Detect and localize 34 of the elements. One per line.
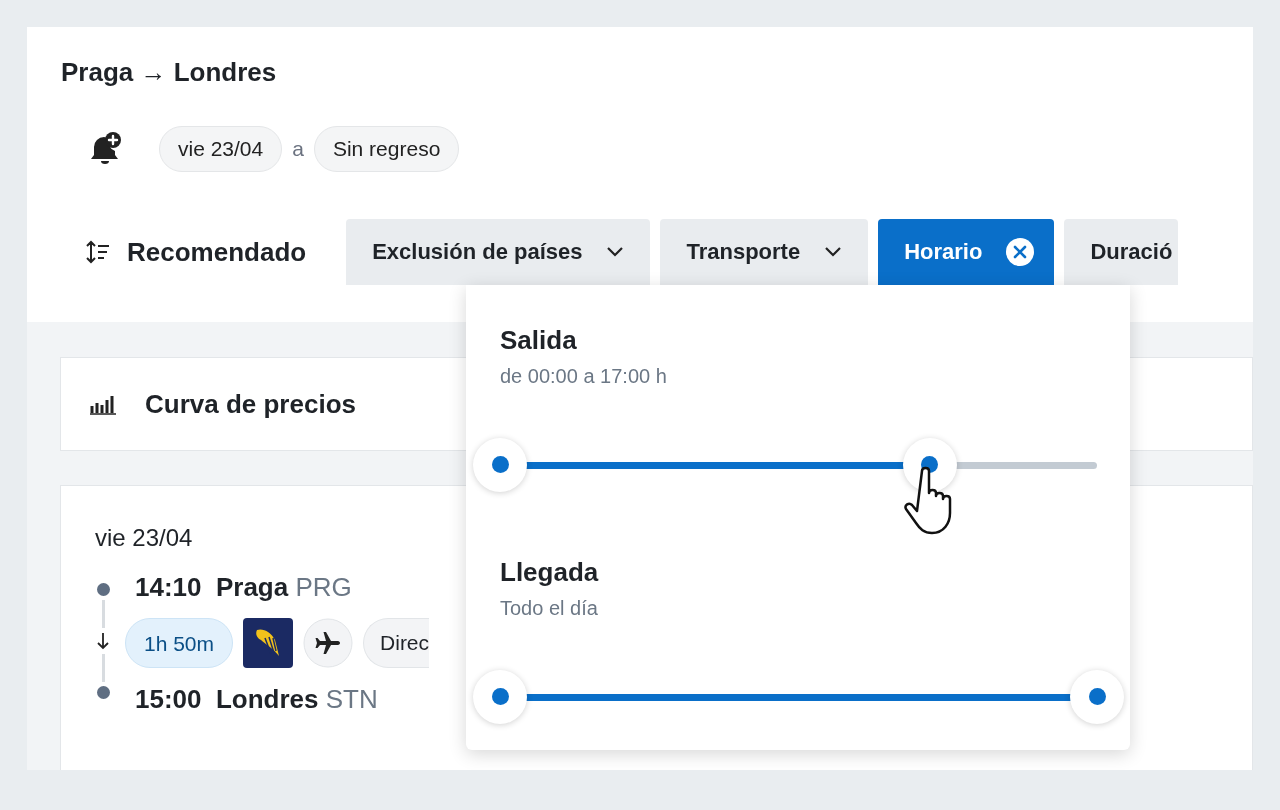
slider-handle[interactable]	[473, 669, 527, 724]
slider-handle[interactable]	[902, 437, 957, 492]
close-icon[interactable]	[1006, 238, 1035, 266]
flight-date: vie 23/04	[95, 524, 194, 552]
duration-badge: 1h 50m	[125, 618, 234, 668]
section-title: Llegada	[500, 557, 600, 589]
slider-handle[interactable]	[1070, 669, 1124, 724]
section-title: Salida	[500, 325, 578, 357]
filter-chip[interactable]: Duració	[1064, 219, 1179, 285]
departure-stop: 14:10 Praga PRG	[135, 571, 353, 604]
return-date-chip[interactable]: Sin regreso	[313, 126, 460, 172]
sort-icon	[85, 239, 111, 265]
time-range-text: de 00:00 a 17:00 h	[500, 365, 668, 388]
filter-chip[interactable]: Transporte	[660, 219, 869, 285]
bar-chart-icon	[89, 393, 117, 415]
route-title: Praga → Londres	[61, 56, 278, 89]
time-range-slider[interactable]	[473, 670, 1124, 724]
arrow-down-icon	[96, 632, 110, 650]
direct-chip: Direc	[363, 618, 430, 668]
chevron-down-icon	[606, 246, 625, 258]
arrival-stop: 15:00 Londres STN	[135, 683, 379, 716]
date-connector: a	[292, 137, 304, 161]
airline-logo-icon	[243, 618, 294, 668]
filter-chip[interactable]: Horario	[878, 219, 1055, 285]
sort-button[interactable]: Recomendado	[61, 219, 337, 285]
price-curve-title: Curva de precios	[145, 388, 356, 420]
slider-handle[interactable]	[473, 437, 527, 492]
time-range-text: Todo el día	[500, 597, 599, 620]
filter-chip[interactable]: Exclusión de países	[346, 219, 651, 285]
timeline-dot	[96, 583, 110, 596]
airplane-icon	[303, 618, 354, 668]
timeline-dot	[96, 686, 110, 699]
chevron-down-icon	[824, 246, 843, 258]
departure-date-chip[interactable]: vie 23/04	[159, 126, 283, 172]
